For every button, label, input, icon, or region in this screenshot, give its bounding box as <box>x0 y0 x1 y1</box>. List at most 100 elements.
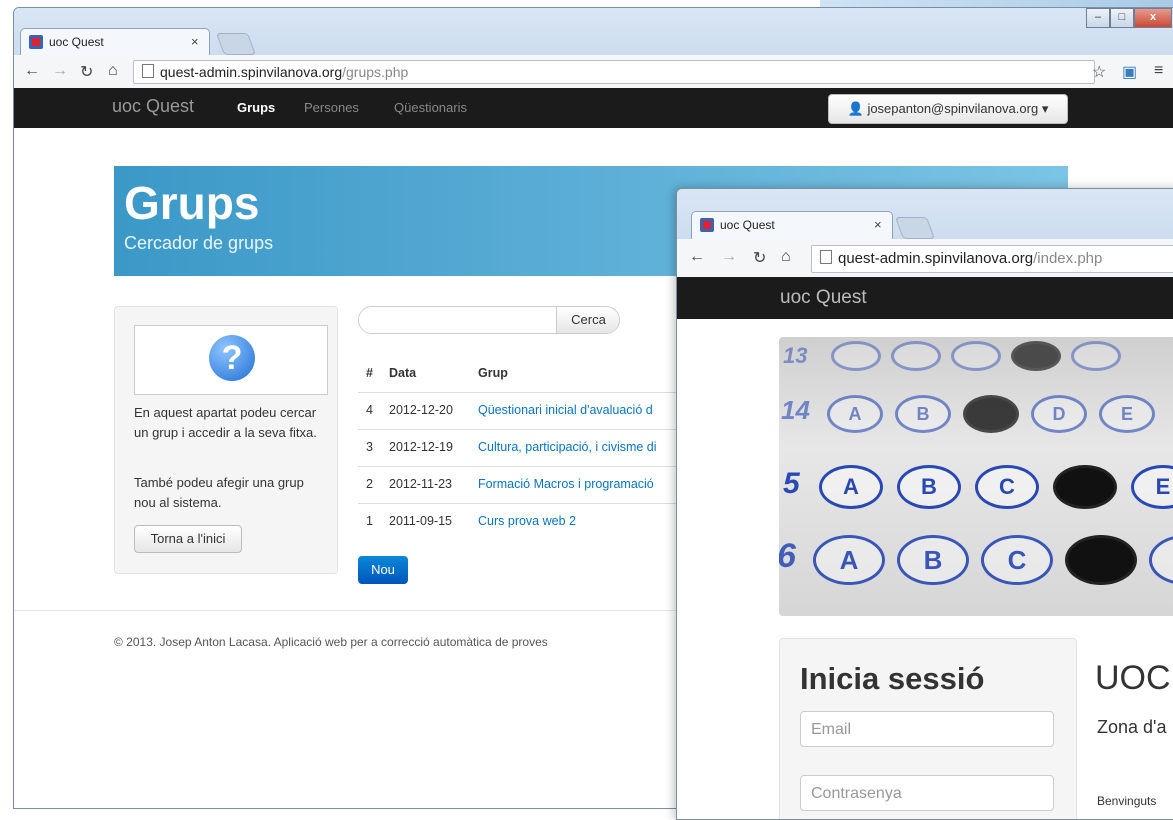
address-bar[interactable]: quest-admin.spinvilanova.org/index.php <box>811 245 1173 273</box>
new-tab-button[interactable] <box>215 33 257 55</box>
help-text-add: També podeu afegir una grup nou al siste… <box>134 475 304 510</box>
table-row: 1 2011-09-15 Curs prova web 2 <box>358 503 688 540</box>
welcome-subheading: Zona d'a <box>1097 717 1167 737</box>
favicon-icon <box>700 218 714 232</box>
window-controls: – □ x <box>1086 8 1172 28</box>
row-number: 5 <box>783 467 800 500</box>
page-title: Grups <box>124 177 260 229</box>
row-group-link[interactable]: Qüestionari inicial d'avaluació d <box>478 403 653 417</box>
row-group-link[interactable]: Curs prova web 2 <box>478 514 576 528</box>
new-group-button[interactable]: Nou <box>358 556 408 584</box>
url-domain: quest-admin.spinvilanova.org <box>838 250 1034 267</box>
back-arrow-icon[interactable]: ← <box>24 62 40 80</box>
back-home-button[interactable]: Torna a l'inici <box>134 525 242 553</box>
answer-bubble: E <box>1131 465 1173 509</box>
extension-icon[interactable]: ▣ <box>1122 62 1137 82</box>
reload-icon[interactable]: ↻ <box>80 62 93 82</box>
home-icon[interactable]: ⌂ <box>108 62 118 80</box>
row-group-link[interactable]: Formació Macros i programació <box>478 477 654 491</box>
reload-icon[interactable]: ↻ <box>753 248 766 268</box>
minimize-button[interactable]: – <box>1086 8 1110 28</box>
password-field[interactable]: Contrasenya <box>800 775 1054 811</box>
help-text: En aquest apartat podeu cercar un grup i… <box>134 405 317 440</box>
menu-icon[interactable]: ≡ <box>1154 62 1163 80</box>
groups-table: # Data Grup 4 2012-12-20 Qüestionari ini… <box>358 356 688 540</box>
filled-bubble <box>1053 465 1117 509</box>
new-tab-button[interactable] <box>894 217 936 239</box>
row-id: 1 <box>366 514 373 528</box>
tab-title: uoc Quest <box>720 218 775 232</box>
login-title: Inicia sessió <box>800 661 985 696</box>
answer-bubble: E <box>1149 535 1173 585</box>
browser-tab-login[interactable]: uoc Quest × <box>691 211 893 240</box>
search-input[interactable] <box>359 307 559 333</box>
forward-arrow-icon[interactable]: → <box>721 248 737 266</box>
answer-bubble <box>951 341 1001 371</box>
browser-toolbar: ← → ↻ ⌂ quest-admin.spinvilanova.org/ind… <box>677 239 1173 278</box>
answer-sheet-photo: 13 14 A B D E 5 A B C E 6 A B C E <box>779 337 1173 616</box>
row-group-link[interactable]: Cultura, participació, i civisme di <box>478 440 657 454</box>
bookmark-star-icon[interactable]: ☆ <box>1092 62 1106 82</box>
row-id: 4 <box>366 403 373 417</box>
user-email: josepanton@spinvilanova.org <box>867 101 1039 116</box>
user-icon: 👤 <box>847 101 864 116</box>
nav-link-grups[interactable]: Grups <box>237 100 275 115</box>
answer-bubble: E <box>1099 395 1155 433</box>
address-bar[interactable]: quest-admin.spinvilanova.org/grups.php <box>133 60 1095 84</box>
answer-bubble <box>891 341 941 371</box>
search-group: Cerca <box>358 306 620 334</box>
close-window-button[interactable]: x <box>1134 8 1172 28</box>
browser-window-login: uoc Quest × ← → ↻ ⌂ quest-admin.spinvila… <box>676 188 1173 820</box>
table-row: 4 2012-12-20 Qüestionari inicial d'avalu… <box>358 392 688 429</box>
row-number: 14 <box>781 395 810 425</box>
help-panel: ? En aquest apartat podeu cercar un grup… <box>114 306 338 574</box>
search-button[interactable]: Cerca <box>556 307 619 333</box>
welcome-text: Benvinguts <box>1097 794 1157 808</box>
answer-bubble <box>831 341 881 371</box>
row-date: 2012-11-23 <box>389 477 453 491</box>
app-navbar: uoc Quest <box>677 277 1173 319</box>
header-group: Grup <box>478 366 508 380</box>
brand-logo[interactable]: uoc Quest <box>780 287 867 309</box>
url-path: /grups.php <box>342 64 409 80</box>
row-id: 2 <box>366 477 373 491</box>
email-field[interactable]: Email <box>800 711 1054 747</box>
user-menu-dropdown[interactable]: 👤 josepanton@spinvilanova.org ▾ <box>828 94 1068 124</box>
answer-bubble: C <box>981 535 1053 585</box>
answer-bubble: B <box>895 395 951 433</box>
row-id: 3 <box>366 440 373 454</box>
question-mark-icon: ? <box>209 335 255 381</box>
caret-down-icon: ▾ <box>1041 101 1049 116</box>
table-row: 2 2012-11-23 Formació Macros i programac… <box>358 466 688 503</box>
row-date: 2012-12-20 <box>389 403 453 417</box>
row-number: 13 <box>783 343 808 368</box>
footer-text: © 2013. Josep Anton Lacasa. Aplicació we… <box>114 635 548 649</box>
tab-close-icon[interactable]: × <box>191 34 199 49</box>
back-arrow-icon[interactable]: ← <box>689 248 705 266</box>
nav-link-questionaris[interactable]: Qüestionaris <box>394 100 467 115</box>
brand-logo[interactable]: uoc Quest <box>112 96 194 117</box>
url-domain: quest-admin.spinvilanova.org <box>160 64 343 80</box>
tab-close-icon[interactable]: × <box>874 217 882 232</box>
answer-bubble: B <box>897 465 961 509</box>
answer-bubble <box>1071 341 1121 371</box>
tab-title: uoc Quest <box>49 35 104 49</box>
login-panel: Inicia sessió Email Contrasenya <box>779 638 1077 819</box>
forward-arrow-icon[interactable]: → <box>52 62 68 80</box>
maximize-button[interactable]: □ <box>1110 8 1134 28</box>
home-icon[interactable]: ⌂ <box>781 248 791 266</box>
header-date: Data <box>389 366 417 380</box>
table-row: 3 2012-12-19 Cultura, participació, i ci… <box>358 429 688 466</box>
browser-toolbar: ← → ↻ ⌂ quest-admin.spinvilanova.org/gru… <box>14 55 1173 89</box>
answer-bubble: A <box>819 465 883 509</box>
page-subtitle: Cercador de grups <box>124 233 274 253</box>
answer-bubble: B <box>897 535 969 585</box>
filled-bubble <box>963 395 1019 433</box>
table-header: # Data Grup <box>358 356 688 392</box>
answer-bubble: A <box>827 395 883 433</box>
url-path: /index.php <box>1033 250 1103 267</box>
nav-link-persones[interactable]: Persones <box>304 100 359 115</box>
browser-tab-grups[interactable]: uoc Quest × <box>20 28 210 55</box>
row-number: 6 <box>779 537 796 576</box>
row-date: 2012-12-19 <box>389 440 453 454</box>
